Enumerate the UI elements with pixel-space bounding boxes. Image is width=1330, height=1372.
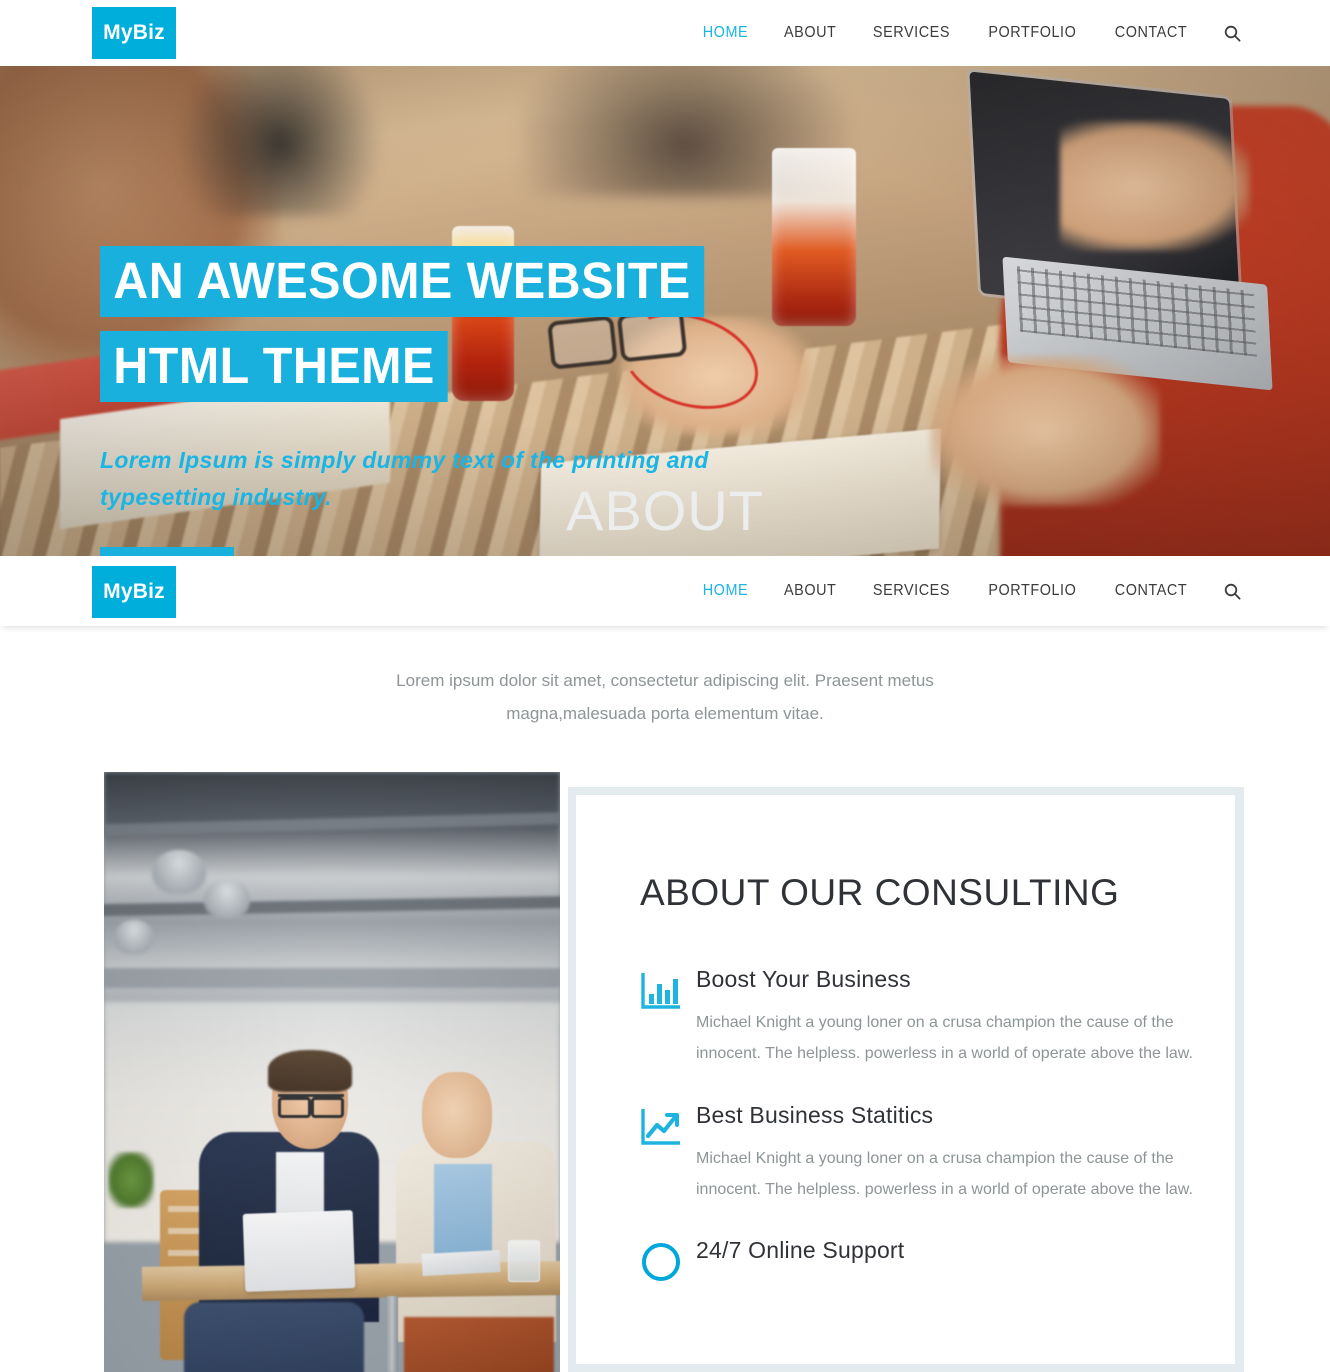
hero-subtitle: Lorem Ipsum is simply dummy text of the … bbox=[100, 447, 709, 511]
brand-logo[interactable]: MyBiz bbox=[92, 7, 176, 59]
brand-logo-sticky[interactable]: MyBiz bbox=[92, 566, 176, 618]
feature-item: Best Business Statitics Michael Knight a… bbox=[640, 1102, 1200, 1205]
read-more-button[interactable]: Read More bbox=[100, 546, 234, 556]
nav-item-contact[interactable]: CONTACT bbox=[1100, 24, 1202, 42]
search-icon[interactable] bbox=[1206, 25, 1255, 42]
about-section: ABOUT OUR CONSULTING Boost Your Business… bbox=[0, 772, 1330, 1372]
primary-nav: HOME ABOUT SERVICES PORTFOLIO CONTACT bbox=[685, 24, 1255, 42]
nav-item-services[interactable]: SERVICES bbox=[858, 24, 965, 42]
nav-item-home[interactable]: HOME bbox=[688, 24, 763, 42]
nav-item-portfolio[interactable]: PORTFOLIO bbox=[974, 24, 1092, 42]
hero-content: AN AWESOME WEBSITE HTML THEME Lorem Ipsu… bbox=[100, 246, 736, 556]
trending-up-icon bbox=[640, 1102, 696, 1153]
nav-item-about[interactable]: ABOUT bbox=[769, 24, 851, 42]
about-photo bbox=[104, 772, 560, 1372]
sticky-nav-item-about[interactable]: ABOUT bbox=[769, 582, 851, 600]
support-circle-icon bbox=[640, 1237, 696, 1288]
feature-item: 24/7 Online Support bbox=[640, 1237, 1200, 1288]
feature-title: Best Business Statitics bbox=[696, 1101, 934, 1128]
sticky-nav-item-services[interactable]: SERVICES bbox=[858, 582, 965, 600]
top-navbar: MyBiz HOME ABOUT SERVICES PORTFOLIO CONT… bbox=[0, 0, 1330, 66]
search-icon-sticky[interactable] bbox=[1206, 583, 1255, 600]
hero-title-line-1: AN AWESOME WEBSITE bbox=[100, 246, 705, 318]
sticky-nav-item-contact[interactable]: CONTACT bbox=[1100, 582, 1202, 600]
hero-banner: AN AWESOME WEBSITE HTML THEME Lorem Ipsu… bbox=[0, 66, 1330, 556]
feature-title: 24/7 Online Support bbox=[696, 1237, 905, 1264]
page-subtitle: Lorem ipsum dolor sit amet, consectetur … bbox=[0, 626, 1330, 730]
sticky-nav: HOME ABOUT SERVICES PORTFOLIO CONTACT bbox=[685, 582, 1255, 600]
sticky-nav-item-home[interactable]: HOME bbox=[688, 582, 763, 600]
about-heading: ABOUT OUR CONSULTING bbox=[640, 872, 1120, 914]
hero-title-line-2: HTML THEME bbox=[100, 331, 449, 403]
feature-description: Michael Knight a young loner on a crusa … bbox=[696, 1014, 1193, 1063]
feature-description: Michael Knight a young loner on a crusa … bbox=[696, 1149, 1193, 1198]
bar-chart-icon bbox=[640, 966, 696, 1017]
page-subtitle-line-1: Lorem ipsum dolor sit amet, consectetur … bbox=[396, 671, 934, 690]
sticky-nav-item-portfolio[interactable]: PORTFOLIO bbox=[974, 582, 1092, 600]
about-text-column: ABOUT OUR CONSULTING Boost Your Business… bbox=[640, 872, 1200, 1320]
feature-title: Boost Your Business bbox=[696, 966, 911, 993]
feature-item: Boost Your Business Michael Knight a you… bbox=[640, 966, 1200, 1069]
page-subtitle-line-2: magna,malesuada porta elementum vitae. bbox=[506, 704, 824, 724]
sticky-navbar: MyBiz HOME ABOUT SERVICES PORTFOLIO CONT… bbox=[0, 556, 1330, 626]
